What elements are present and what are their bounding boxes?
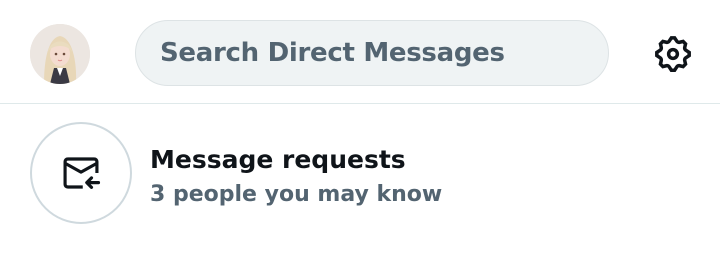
avatar-image	[30, 24, 90, 84]
message-requests-subtitle: 3 people you may know	[150, 182, 443, 207]
search-placeholder: Search Direct Messages	[160, 38, 505, 68]
avatar[interactable]	[30, 24, 90, 84]
message-requests-row[interactable]: Message requests 3 people you may know	[0, 105, 720, 245]
dm-header: Search Direct Messages	[0, 0, 720, 104]
message-requests-title: Message requests	[150, 145, 406, 174]
settings-button[interactable]	[652, 33, 694, 75]
envelope-arrow-icon	[63, 157, 101, 189]
message-requests-icon-circle	[30, 122, 132, 224]
search-input[interactable]: Search Direct Messages	[135, 20, 609, 86]
gear-icon	[655, 36, 691, 72]
